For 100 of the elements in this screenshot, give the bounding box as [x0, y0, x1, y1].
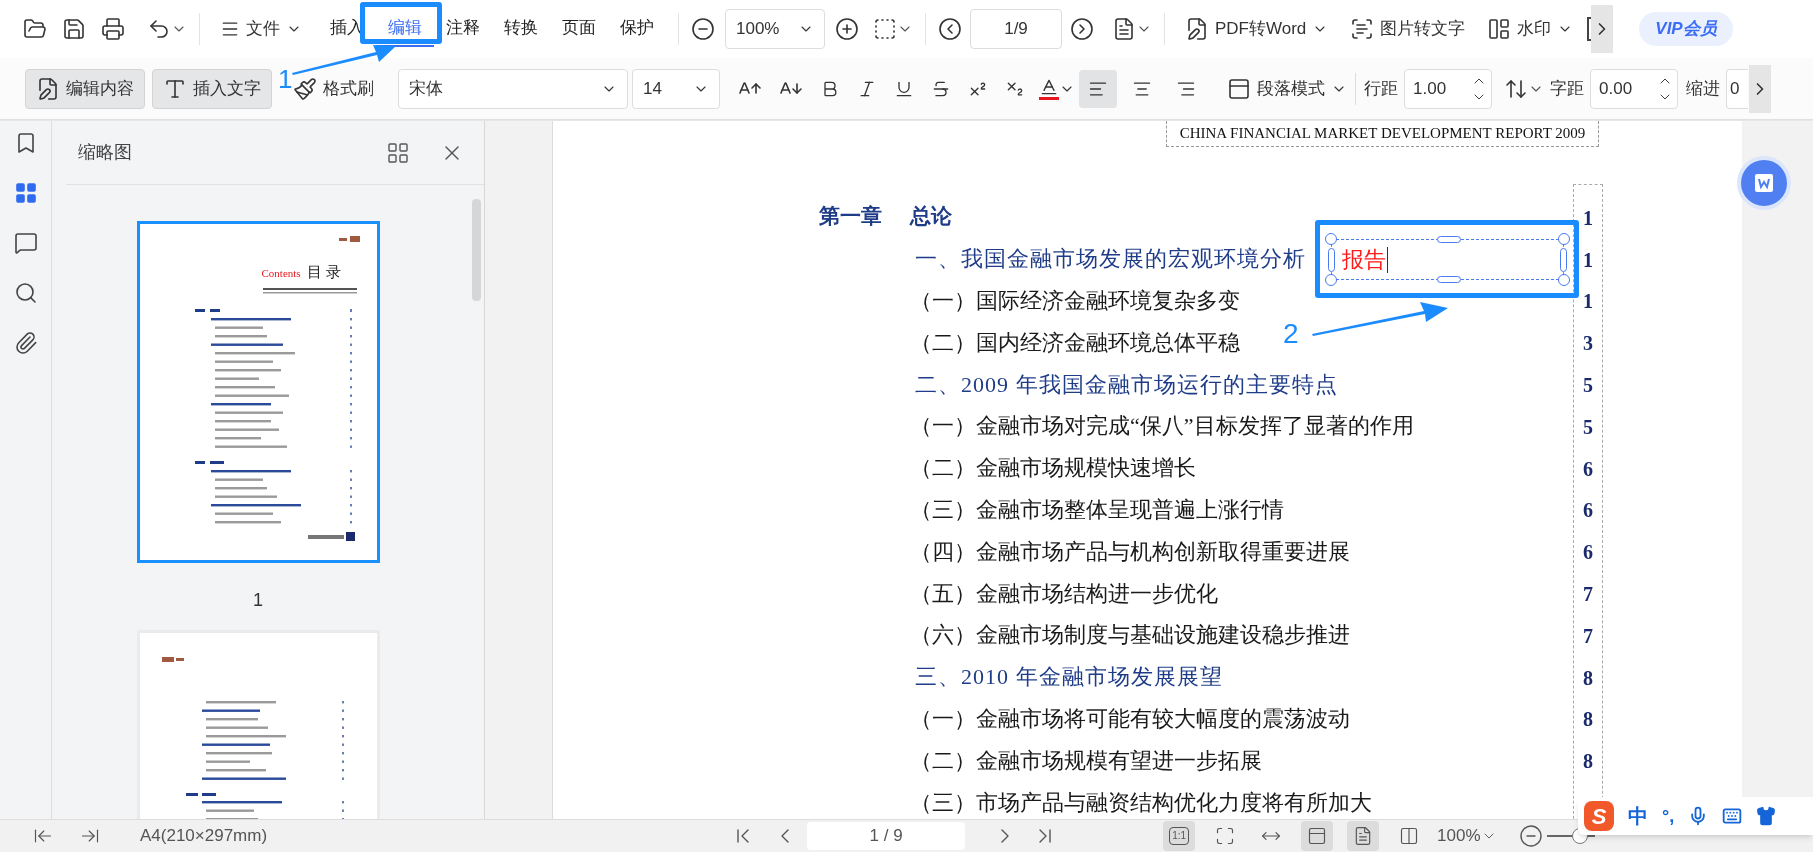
resize-handle[interactable]	[1437, 236, 1461, 243]
number-field[interactable]: 1.00	[1404, 68, 1492, 109]
zoom-out-icon[interactable]	[691, 17, 715, 41]
tool-button[interactable]: PDF转Word	[1177, 11, 1337, 47]
thumbnail-heading: Contents	[261, 268, 301, 279]
resize-handle[interactable]	[1328, 248, 1335, 272]
menu-tab[interactable]: 页面	[550, 11, 608, 47]
resize-handle[interactable]	[1325, 274, 1337, 286]
comment-icon[interactable]	[13, 231, 38, 255]
page-number: 6	[1583, 456, 1593, 482]
menu-tab[interactable]: 保护	[608, 11, 666, 47]
keyboard-icon[interactable]	[1722, 806, 1743, 826]
view-continuous-icon	[1307, 826, 1328, 846]
tool-button[interactable]: 图片转文字	[1342, 11, 1474, 47]
tool-button[interactable]: 水印	[1479, 11, 1582, 47]
page-number: 1	[1583, 205, 1593, 231]
view-button[interactable]	[1347, 821, 1380, 851]
page-number: 7	[1583, 623, 1593, 649]
annotation-number: 1	[278, 66, 293, 92]
paragraph-mode-button[interactable]: 段落模式	[1227, 75, 1347, 102]
document-w-icon	[1185, 17, 1209, 41]
toc-entry[interactable]: （二）金融市场规模有望进一步拓展	[910, 743, 1262, 777]
page-layout-icon[interactable]	[873, 17, 897, 41]
chapter-number: 第一章	[819, 203, 882, 231]
size-select[interactable]: 14	[632, 68, 720, 109]
toc-entry[interactable]: （一）金融市场对完成“保八”目标发挥了显著的作用	[910, 409, 1414, 443]
toc-entry[interactable]: （三）市场产品与融资结构优化力度将有所加大	[910, 785, 1372, 819]
chapter-title: 总论	[910, 203, 952, 231]
zoom-out-icon[interactable]	[1518, 824, 1543, 848]
mode-button[interactable]: 插入文字	[152, 68, 272, 109]
ime-punctuation[interactable]: °,	[1662, 802, 1675, 830]
page-field[interactable]: 1/9	[970, 9, 1062, 49]
grid-icon[interactable]	[13, 181, 38, 205]
number-field[interactable]: 0.00	[1590, 68, 1678, 109]
resize-handle[interactable]	[1560, 248, 1567, 272]
text-frame-icon	[1350, 17, 1375, 41]
page-header: CHINA FINANCIAL MARKET DEVELOPMENT REPORT 2009	[1179, 124, 1586, 144]
ime-mode[interactable]: 中	[1628, 801, 1648, 831]
previous-page-icon[interactable]	[938, 17, 962, 41]
next-page-icon[interactable]	[1070, 17, 1094, 41]
grid-icon[interactable]	[386, 140, 410, 165]
resize-handle[interactable]	[1558, 274, 1570, 286]
page-number: 5	[1583, 414, 1593, 440]
page-number: 1	[253, 589, 263, 612]
panel-title: 缩略图	[78, 141, 132, 164]
field-label: 字距	[1550, 77, 1584, 100]
search-icon[interactable]	[13, 281, 38, 305]
zoom-select[interactable]: 100%	[1437, 823, 1497, 849]
toc-entry[interactable]: （二）金融市场规模快速增长	[910, 451, 1196, 485]
align-button[interactable]	[1079, 69, 1117, 108]
paintbrush-icon	[293, 76, 317, 101]
page-number: 1	[1583, 289, 1593, 315]
toc-entry[interactable]: 二、2009 年我国金融市场运行的主要特点	[915, 367, 1338, 401]
page-number: 5	[1583, 373, 1593, 399]
printer-icon[interactable]	[101, 17, 125, 41]
thumbnail-heading: 目 录	[306, 264, 341, 279]
toc-entry[interactable]: （三）金融市场整体呈现普遍上涨行情	[910, 492, 1284, 526]
zoom-in-icon[interactable]	[835, 17, 859, 41]
resize-handle[interactable]	[1437, 276, 1461, 283]
undo-icon[interactable]	[147, 17, 171, 41]
file-menu[interactable]: 文件	[212, 11, 310, 47]
toc-entry[interactable]: （五）金融市场结构进一步优化	[910, 576, 1218, 610]
view-button[interactable]: 1:1	[1163, 821, 1196, 851]
page-field[interactable]: 1 / 9	[807, 822, 966, 850]
page-number: 6	[1583, 498, 1593, 524]
text-box-value: 报告	[1342, 248, 1386, 271]
menu-tab[interactable]: 注释	[434, 11, 492, 47]
toc-entry[interactable]: （四）金融市场产品与机构创新取得重要进展	[910, 534, 1350, 568]
resize-handle[interactable]	[1325, 233, 1337, 245]
zoom-field[interactable]: 100%	[725, 9, 825, 49]
view-fit-page-icon	[1215, 826, 1236, 846]
resize-handle[interactable]	[1558, 233, 1570, 245]
view-double-icon	[1399, 826, 1420, 846]
page-thumbnail[interactable]: Contents 目 录	[136, 221, 380, 563]
toc-entry[interactable]: 三、2010 年金融市场发展展望	[915, 660, 1223, 694]
save-icon[interactable]	[62, 17, 86, 41]
page-number: 3	[1583, 331, 1593, 357]
toc-entry[interactable]: （一）金融市场将可能有较大幅度的震荡波动	[910, 701, 1350, 735]
number-field[interactable]: 0	[1726, 68, 1748, 109]
letter-a-icon	[1039, 77, 1059, 97]
field-label: 缩进	[1686, 77, 1720, 100]
view-button[interactable]	[1301, 821, 1334, 851]
field-label: 行距	[1364, 77, 1398, 100]
menu-tab[interactable]: 转换	[492, 11, 550, 47]
page-number: 8	[1583, 665, 1593, 691]
mode-button[interactable]: 编辑内容	[25, 68, 145, 109]
shirt-icon[interactable]	[1756, 806, 1777, 826]
scrollbar[interactable]	[472, 199, 481, 301]
document-icon[interactable]	[1112, 17, 1136, 41]
paperclip-icon[interactable]	[13, 331, 38, 355]
toc-entry[interactable]: 一、我国金融市场发展的宏观环境分析	[915, 242, 1306, 276]
squares-icon	[1487, 17, 1512, 41]
font-select[interactable]: 宋体	[398, 68, 628, 109]
toc-entry[interactable]: （二）国内经济金融环境总体平稳	[910, 325, 1240, 359]
toc-entry[interactable]: （一）国际经济金融环境复杂多变	[910, 284, 1240, 317]
format-painter-button[interactable]: 格式刷	[293, 76, 374, 101]
toc-entry[interactable]: （六）金融市场制度与基础设施建设稳步推进	[910, 618, 1350, 652]
folder-icon[interactable]	[23, 17, 47, 41]
vip-button[interactable]: VIP会员	[1639, 12, 1733, 46]
annotation-number: 2	[1283, 320, 1299, 348]
